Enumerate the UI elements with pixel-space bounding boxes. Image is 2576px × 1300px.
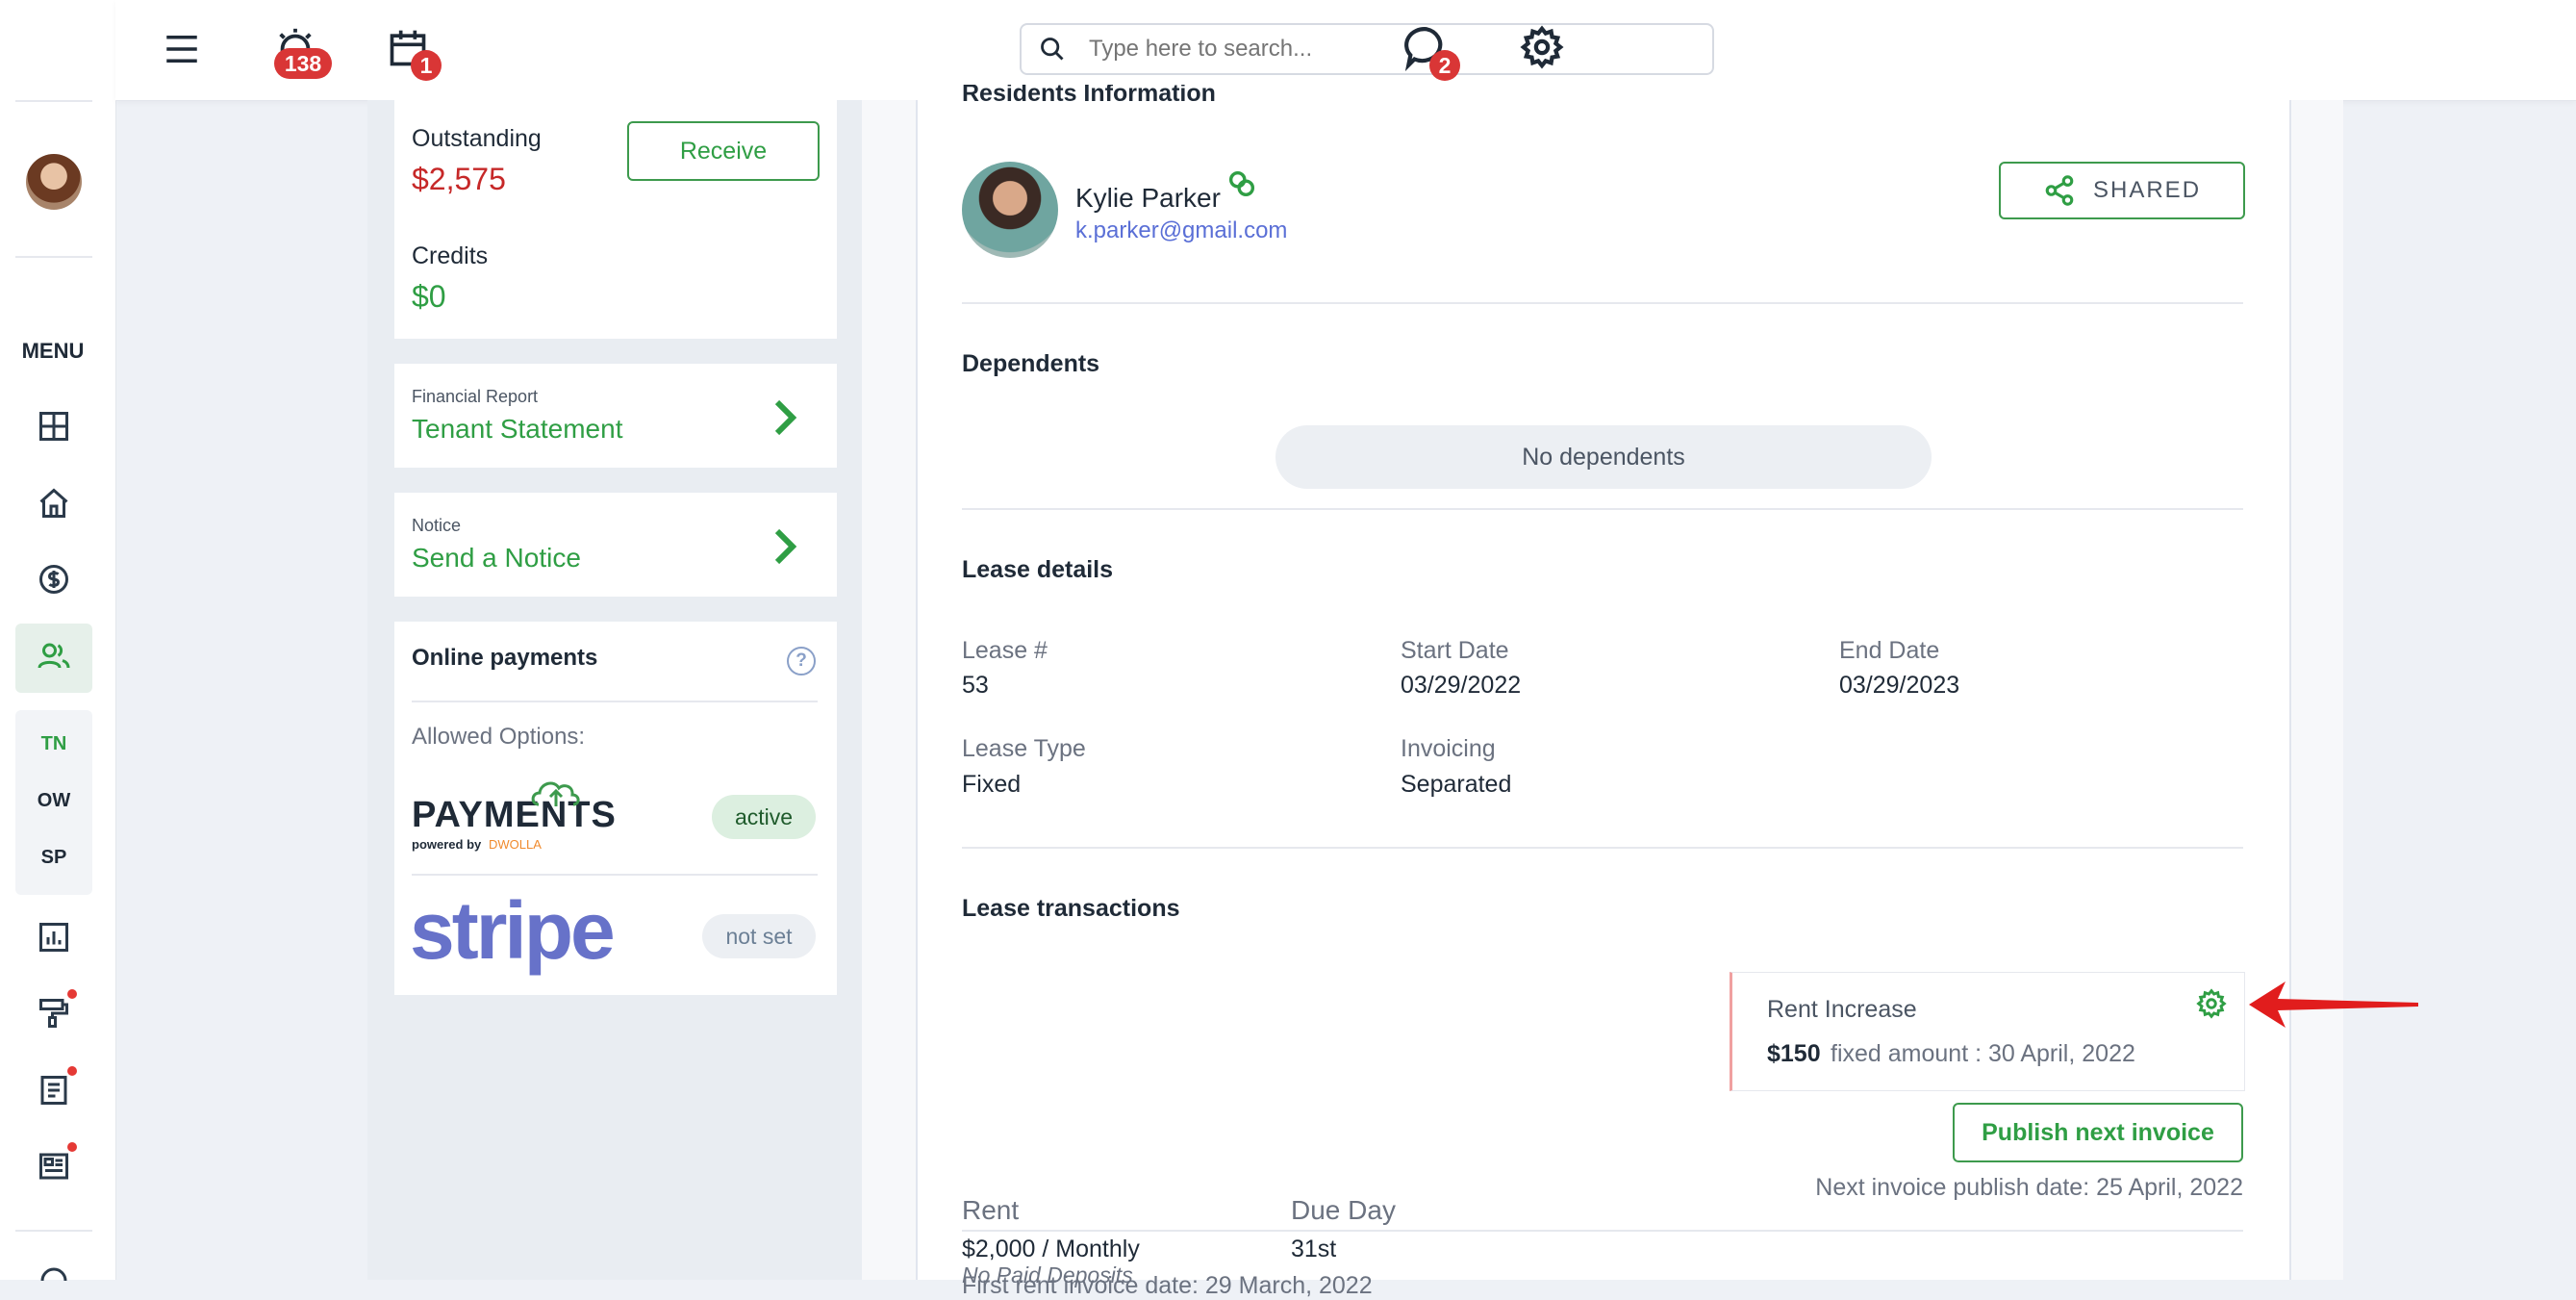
rent-increase-detail: fixed amount : 30 April, 2022	[1831, 1040, 2135, 1067]
shortcut-group: TN OW SP	[15, 710, 92, 895]
balance-card: Outstanding $2,575 Receive Credits $0	[394, 100, 837, 339]
due-day-value: 31st	[1291, 1236, 1337, 1262]
due-day-label: Due Day	[1291, 1195, 1396, 1225]
rent-increase-title: Rent Increase	[1767, 996, 1917, 1023]
rent-label: Rent	[962, 1195, 1020, 1225]
search-input[interactable]	[1087, 33, 1687, 65]
resident-name: Kylie Parker	[1075, 183, 1221, 213]
chevron-right-icon	[762, 523, 808, 574]
alerts-badge: 138	[274, 48, 332, 79]
rent-increase-amount: $150	[1767, 1040, 1821, 1067]
support-icon[interactable]	[35, 1259, 73, 1297]
credits-label: Credits	[412, 242, 489, 269]
link-icon	[1225, 167, 1258, 205]
start-date-label: Start Date	[1401, 637, 1509, 664]
shared-button[interactable]: SHARED	[1999, 162, 2245, 219]
paint-roller-icon[interactable]	[35, 994, 73, 1032]
tenants-nav-active[interactable]	[15, 624, 92, 693]
notification-dot	[67, 989, 77, 999]
document-icon[interactable]	[35, 1071, 73, 1109]
outstanding-value: $2,575	[412, 162, 506, 196]
dashboard-icon[interactable]	[35, 407, 73, 446]
no-dependents-pill: No dependents	[1275, 425, 1932, 489]
search-icon	[1039, 36, 1066, 67]
notice-caption: Notice	[412, 516, 462, 535]
search-box[interactable]	[1020, 23, 1714, 75]
payments-status-badge: active	[712, 795, 816, 839]
notification-dot	[67, 1066, 77, 1076]
reports-icon[interactable]	[35, 918, 73, 956]
dollar-icon[interactable]	[35, 560, 73, 599]
lease-number-label: Lease #	[962, 637, 1048, 664]
invoicing-value: Separated	[1401, 771, 1512, 798]
tenant-statement-link[interactable]: Financial Report Tenant Statement	[394, 364, 837, 468]
stripe-logo: stripe	[410, 885, 616, 976]
lease-details-title: Lease details	[962, 556, 1114, 583]
resident-avatar	[962, 162, 1058, 258]
help-icon[interactable]: ?	[787, 647, 816, 675]
no-paid-deposits: No Paid Deposits	[962, 1262, 1133, 1287]
lease-number-value: 53	[962, 672, 989, 699]
gear-icon[interactable]	[2196, 988, 2227, 1024]
menu-label: MENU	[21, 339, 85, 363]
lease-transactions-title: Lease transactions	[962, 895, 1180, 922]
main-panel: Residents Information Kylie Parker k.par…	[916, 85, 2291, 1299]
rent-increase-card: Rent Increase $150 fixed amount : 30 Apr…	[1730, 972, 2245, 1091]
dependents-title: Dependents	[962, 350, 1100, 377]
gear-icon[interactable]	[1520, 25, 1564, 74]
shortcut-ow[interactable]: OW	[15, 790, 92, 812]
shared-label: SHARED	[2093, 177, 2202, 203]
shortcut-sp[interactable]: SP	[15, 847, 92, 869]
resident-email[interactable]: k.parker@gmail.com	[1075, 217, 1287, 244]
shortcut-tn[interactable]: TN	[15, 733, 92, 755]
share-icon	[2043, 174, 2076, 207]
newspaper-icon[interactable]	[35, 1147, 73, 1185]
red-arrow-annotation	[2249, 981, 2418, 1028]
payments-logo: PAYMENTS powered by DWOLLA	[412, 776, 623, 853]
top-bar: 138 1 2	[115, 0, 2576, 101]
home-icon[interactable]	[35, 484, 73, 523]
chat-badge: 2	[1429, 50, 1460, 81]
avatar[interactable]	[26, 154, 82, 210]
outstanding-label: Outstanding	[412, 125, 542, 152]
chevron-right-icon	[762, 395, 808, 446]
next-publish-date: Next invoice publish date: 25 April, 202…	[1815, 1174, 2243, 1201]
rent-value: $2,000 / Monthly	[962, 1236, 1140, 1262]
report-caption: Financial Report	[412, 387, 539, 406]
report-title: Tenant Statement	[412, 414, 623, 444]
publish-invoice-button[interactable]: Publish next invoice	[1953, 1103, 2243, 1162]
lease-type-label: Lease Type	[962, 735, 1086, 762]
allowed-options-label: Allowed Options:	[412, 724, 586, 750]
online-payments-card: Online payments ? Allowed Options: PAYME…	[394, 622, 837, 995]
receive-button[interactable]: Receive	[627, 121, 820, 181]
start-date-value: 03/29/2022	[1401, 672, 1522, 699]
sidebar: MENU TN OW SP	[0, 0, 116, 1282]
invoicing-label: Invoicing	[1401, 735, 1496, 762]
end-date-value: 03/29/2023	[1839, 672, 1960, 699]
lease-type-value: Fixed	[962, 771, 1022, 798]
people-icon	[37, 639, 71, 678]
hamburger-menu-icon[interactable]	[162, 29, 202, 74]
send-notice-link[interactable]: Notice Send a Notice	[394, 493, 837, 597]
stripe-status-badge: not set	[702, 914, 816, 958]
payments-title: Online payments	[412, 645, 598, 671]
calendar-badge: 1	[411, 50, 442, 81]
residents-section-title: Residents Information	[962, 85, 1216, 102]
credits-value: $0	[412, 279, 446, 314]
notification-dot	[67, 1142, 77, 1152]
notice-title: Send a Notice	[412, 543, 581, 573]
end-date-label: End Date	[1839, 637, 1940, 664]
